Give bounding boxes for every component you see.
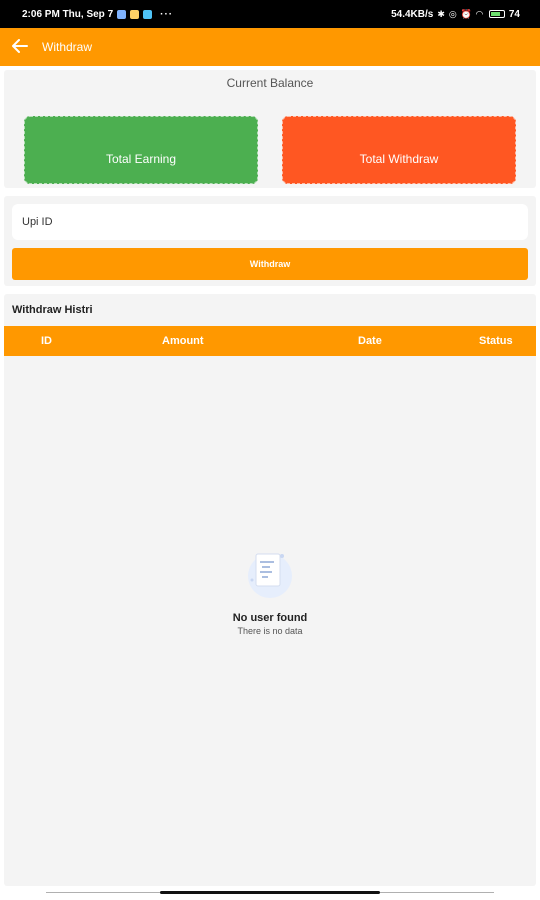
empty-document-icon bbox=[240, 548, 300, 600]
arrow-left-icon[interactable] bbox=[12, 38, 34, 56]
table-header: ID Amount Date Status bbox=[4, 326, 536, 356]
vpn-icon: ◎ bbox=[448, 8, 457, 19]
battery-level: 74 bbox=[508, 8, 520, 20]
network-speed: 54.4KB/s bbox=[391, 8, 434, 20]
empty-state-subtitle: There is no data bbox=[237, 626, 303, 636]
empty-state-title: No user found bbox=[232, 612, 308, 624]
status-right: 54.4KB/s ✱ ◎ ⏰ ◠ 74 bbox=[391, 9, 520, 20]
upi-id-input[interactable] bbox=[12, 204, 528, 240]
wifi-icon: ◠ bbox=[475, 8, 483, 19]
status-time-date: 2:06 PM Thu, Sep 7 bbox=[22, 8, 114, 20]
battery-icon bbox=[488, 10, 505, 18]
balance-title: Current Balance bbox=[226, 76, 314, 90]
balance-panel: Current Balance Total Earning Total With… bbox=[4, 70, 536, 188]
total-withdraw-label: Total Withdraw bbox=[359, 152, 439, 166]
content: Current Balance Total Earning Total With… bbox=[4, 70, 536, 886]
status-bar: 2:06 PM Thu, Sep 7 ··· 54.4KB/s ✱ ◎ ⏰ ◠ … bbox=[0, 0, 540, 28]
column-header-amount: Amount bbox=[162, 335, 204, 347]
app-bar: Withdraw bbox=[0, 28, 540, 66]
column-header-status: Status bbox=[479, 335, 513, 347]
withdraw-button[interactable]: Withdraw bbox=[12, 248, 528, 280]
more-notifications-icon: ··· bbox=[160, 8, 174, 20]
notification-app-icon bbox=[143, 9, 153, 19]
history-title: Withdraw Histri bbox=[12, 304, 93, 316]
home-indicator[interactable] bbox=[160, 891, 380, 894]
bluetooth-icon: ✱ bbox=[437, 8, 445, 19]
withdraw-history-panel: Withdraw Histri ID Amount Date Status No… bbox=[4, 294, 536, 886]
empty-state: No user found There is no data bbox=[4, 548, 536, 636]
notification-app-icon bbox=[117, 9, 127, 19]
total-earning-label: Total Earning bbox=[105, 152, 177, 166]
page-title: Withdraw bbox=[42, 40, 93, 54]
alarm-icon: ⏰ bbox=[460, 8, 472, 19]
navigation-bar bbox=[0, 891, 540, 900]
column-header-id: ID bbox=[41, 335, 52, 347]
notification-app-icon bbox=[130, 9, 140, 19]
column-header-date: Date bbox=[358, 335, 382, 347]
withdraw-button-label: Withdraw bbox=[249, 259, 291, 269]
status-left: 2:06 PM Thu, Sep 7 ··· bbox=[22, 9, 173, 20]
total-withdraw-card[interactable]: Total Withdraw bbox=[282, 116, 516, 184]
withdraw-form: Withdraw bbox=[4, 196, 536, 286]
total-earning-card[interactable]: Total Earning bbox=[24, 116, 258, 184]
